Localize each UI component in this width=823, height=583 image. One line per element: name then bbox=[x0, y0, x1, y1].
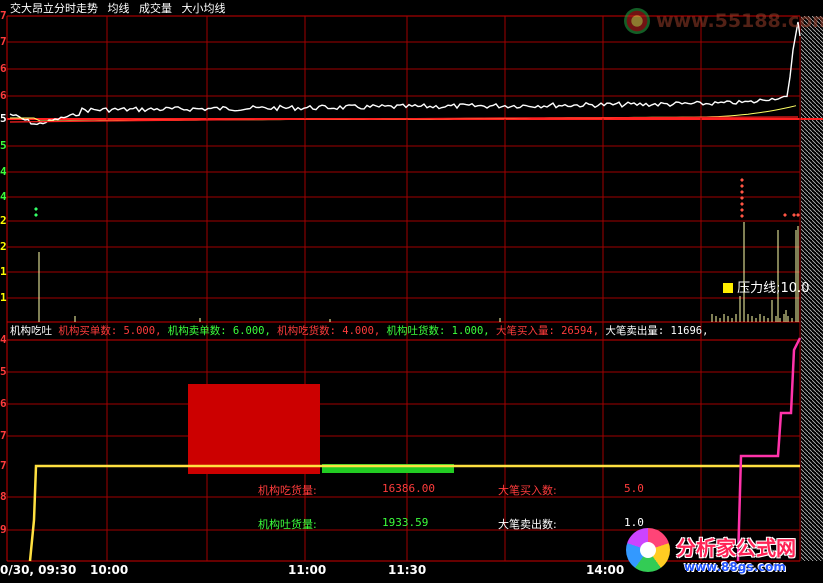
legend-ma-lines[interactable]: 大小均线 bbox=[182, 2, 226, 15]
institution-eat-box bbox=[188, 384, 320, 474]
pressure-line-label: 压力线;10.0 bbox=[737, 281, 810, 296]
signal-diamond-icon bbox=[34, 213, 38, 217]
pressure-line-swatch bbox=[723, 283, 733, 293]
signal-diamond-icon bbox=[740, 208, 744, 212]
signal-diamond-icon bbox=[783, 213, 787, 217]
signal-diamond-icon bbox=[740, 214, 744, 218]
y-label-bottom-6: 9 bbox=[0, 523, 7, 536]
eat-volume-value: 16386.00 bbox=[382, 482, 435, 495]
y-label-top-3: 6 bbox=[0, 89, 7, 102]
time-label-1130: 11:30 bbox=[388, 563, 427, 577]
y-label-bottom-3: 7 bbox=[0, 429, 7, 442]
big-sell-count-label: 大笔卖出数: bbox=[498, 518, 557, 531]
bottom-stat-4: 大笔买入量: 26594, bbox=[489, 325, 600, 337]
legend-avg-line[interactable]: 均线 bbox=[108, 2, 130, 15]
time-label-1000: 10:00 bbox=[90, 563, 129, 577]
bottom-stat-0: 机构买单数: 5.000, bbox=[58, 325, 162, 337]
y-label-bottom-4: 7 bbox=[0, 459, 7, 472]
bottom-panel-header: 机构吃吐 机构买单数: 5.000, 机构卖单数: 6.000, 机构吃货数: … bbox=[10, 325, 708, 338]
signal-diamond-icon bbox=[796, 213, 800, 217]
watermark-brand-text: 分析家公式网 bbox=[676, 536, 796, 560]
signal-diamond-icon bbox=[34, 207, 38, 211]
signal-diamond-icon bbox=[792, 213, 796, 217]
intraday-chart-window: 交大昂立分时走势 均线 成交量 大小均线 7 7 6 6 5 5 4 4 2 2 1 1 4 5 6 7 7 8 9… bbox=[0, 0, 823, 583]
signal-diamond-icon bbox=[740, 178, 744, 182]
spit-volume-label: 机构吐货量: bbox=[258, 518, 317, 531]
time-label-1400: 14:00 bbox=[586, 563, 625, 577]
y-label-mid-2: 2 bbox=[0, 214, 7, 227]
signal-diamond-icon bbox=[740, 190, 744, 194]
pressure-line-legend: 压力线;10.0 bbox=[723, 282, 809, 295]
y-label-top-4: 5 bbox=[0, 112, 7, 125]
y-label-top-1: 7 bbox=[0, 35, 7, 48]
spit-volume-value: 1933.59 bbox=[382, 516, 429, 529]
y-label-mid-1: 4 bbox=[0, 190, 7, 203]
watermark-top: www.55188.com bbox=[624, 6, 823, 36]
y-label-mid-3: 2 bbox=[0, 240, 7, 253]
y-label-top-5: 5 bbox=[0, 139, 7, 152]
price-line bbox=[9, 21, 801, 126]
watermark-top-text: www.55188.com bbox=[656, 10, 823, 32]
y-label-bottom-0: 4 bbox=[0, 333, 7, 346]
legend-volume[interactable]: 成交量 bbox=[139, 2, 172, 15]
bottom-panel-stats: 机构买单数: 5.000, 机构卖单数: 6.000, 机构吃货数: 4.000… bbox=[58, 325, 708, 337]
eat-volume-label: 机构吃货量: bbox=[258, 484, 317, 497]
y-label-bottom-1: 5 bbox=[0, 365, 7, 378]
y-label-top-0: 7 bbox=[0, 9, 7, 22]
time-label-start: 0/30, 09:30 bbox=[0, 563, 77, 577]
big-buy-count-label: 大笔买入数: bbox=[498, 484, 557, 497]
bottom-stat-3: 机构吐货数: 1.000, bbox=[380, 325, 490, 337]
time-label-1100: 11:00 bbox=[288, 563, 327, 577]
y-label-bottom-5: 8 bbox=[0, 490, 7, 503]
chart-canvas[interactable] bbox=[0, 0, 823, 583]
bottom-stat-5: 大笔卖出量: 11696, bbox=[599, 325, 709, 337]
flower-logo-icon bbox=[624, 8, 650, 34]
top-panel-header: 交大昂立分时走势 均线 成交量 大小均线 bbox=[10, 2, 226, 15]
bottom-panel-title: 机构吃吐 bbox=[10, 325, 52, 337]
signal-diamond-icon bbox=[740, 202, 744, 206]
y-label-mid-0: 4 bbox=[0, 165, 7, 178]
watermark-url-text: www.88gs.com bbox=[684, 560, 786, 574]
big-buy-count-value: 5.0 bbox=[624, 482, 644, 495]
y-label-mid-5: 1 bbox=[0, 291, 7, 304]
watermark-bottom: 分析家公式网 www.88gs.com bbox=[624, 526, 820, 580]
bottom-stat-2: 机构吃货数: 4.000, bbox=[270, 325, 381, 337]
y-label-mid-4: 1 bbox=[0, 265, 7, 278]
top-panel-title: 交大昂立分时走势 bbox=[10, 2, 98, 15]
signal-diamond-icon bbox=[740, 184, 744, 188]
y-label-bottom-2: 6 bbox=[0, 397, 7, 410]
pinwheel-center-icon bbox=[640, 542, 656, 558]
y-label-top-2: 6 bbox=[0, 62, 7, 75]
bottom-stat-1: 机构卖单数: 6.000, bbox=[161, 325, 271, 337]
